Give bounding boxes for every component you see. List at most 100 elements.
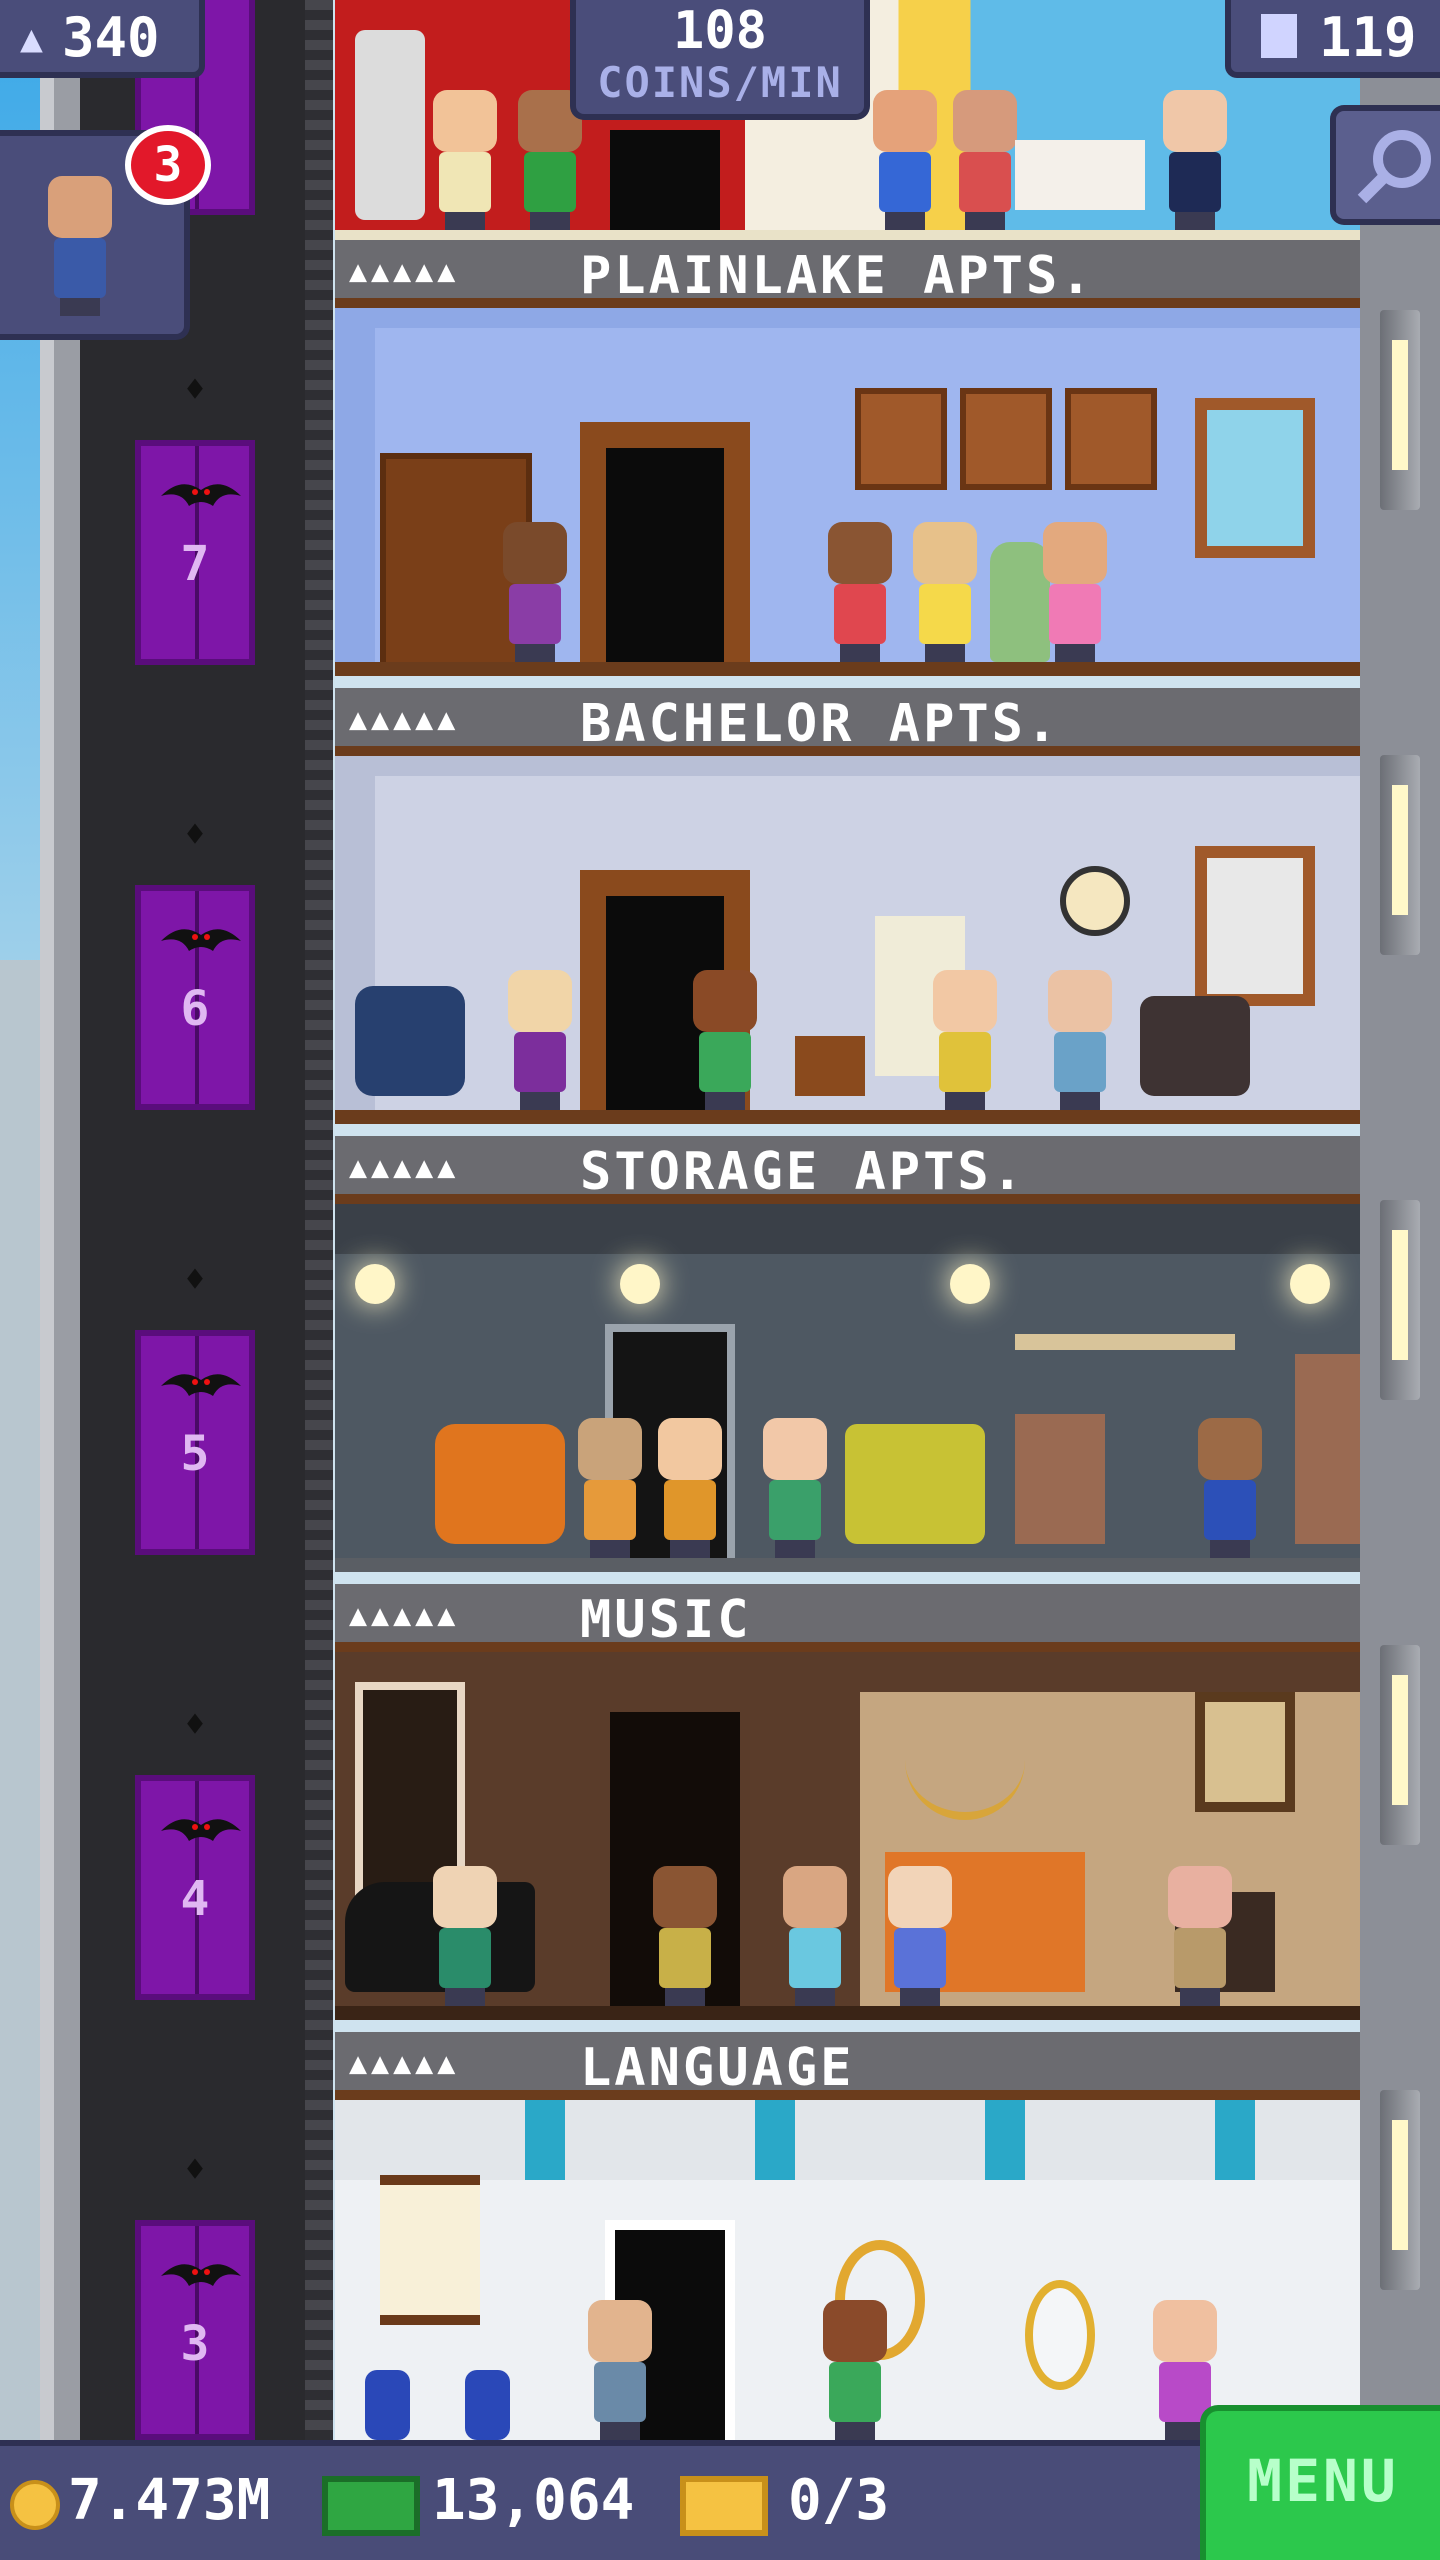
dartboard-icon (1060, 866, 1130, 936)
ceiling-pipes (335, 1204, 1360, 1254)
search-button[interactable] (1330, 105, 1440, 225)
floor-plainlake-apts[interactable]: ▲▲▲▲▲ PLAINLAKE APTS. (335, 240, 1360, 688)
elevator-bracket-icon: ♦ (184, 815, 206, 855)
wall-scroll (380, 2175, 480, 2325)
tower-window (1380, 2090, 1420, 2290)
floor-name: BACHELOR APTS. (580, 694, 1061, 754)
resident-sprite (880, 1866, 960, 2006)
room-interior (335, 1204, 1360, 1572)
bat-icon (161, 1374, 241, 1396)
visitor-avatar (40, 176, 120, 316)
floor-trim (335, 230, 1360, 240)
picture-frame (1195, 1692, 1295, 1812)
coins-per-min-label: COINS/MIN (597, 58, 843, 107)
resident-sprite (645, 1866, 725, 2006)
elevator-bracket-icon: ♦ (184, 2150, 206, 2190)
resident-sprite (925, 970, 1005, 1110)
floor-stars-icon: ▲▲▲▲▲ (349, 254, 460, 289)
elevator-rail (305, 0, 333, 2440)
resident-sprite (775, 1866, 855, 2006)
resident-sprite (425, 90, 505, 230)
wall-frieze (335, 2100, 1360, 2180)
resident-sprite (945, 90, 1025, 230)
population-counter[interactable]: ▲ 340 (0, 0, 205, 78)
shelf (1015, 1334, 1235, 1350)
coins-per-min-value: 108 (673, 1, 767, 61)
window (1195, 846, 1315, 1006)
elevator-car[interactable]: 3 (135, 2220, 255, 2440)
room-interior (335, 1652, 1360, 2020)
tower-window (1380, 1645, 1420, 1845)
elevator-car[interactable]: 7 (135, 440, 255, 665)
side-table (795, 1036, 865, 1096)
picture-frame (1065, 388, 1157, 490)
elevator-car[interactable]: 5 (135, 1330, 255, 1555)
elevator-shaft (80, 0, 310, 2440)
bat-icon (161, 929, 241, 951)
floor-label-bar: ▲▲▲▲▲ BACHELOR APTS. (335, 688, 1360, 756)
menu-button[interactable]: MENU (1200, 2405, 1440, 2560)
floor-name: LANGUAGE (580, 2038, 855, 2098)
floor-stars-icon: ▲▲▲▲▲ (349, 1598, 460, 1633)
bux-value: 13,064 (432, 2468, 635, 2533)
vase (365, 2370, 410, 2440)
picture-frame (855, 388, 947, 490)
floor-count-counter[interactable]: 119 (1225, 0, 1440, 78)
floor-name: PLAINLAKE APTS. (580, 246, 1095, 306)
storage-boxes (1295, 1354, 1360, 1544)
resident-sprite (755, 1418, 835, 1558)
floor-language[interactable]: ▲▲▲▲▲ LANGUAGE (335, 2032, 1360, 2440)
resident-sprite (570, 1418, 650, 1558)
floor-name: STORAGE APTS. (580, 1142, 1026, 1202)
floor-label-bar: ▲▲▲▲▲ PLAINLAKE APTS. (335, 240, 1360, 308)
room-interior (335, 756, 1360, 1124)
resident-sprite (650, 1418, 730, 1558)
floor-bachelor-apts[interactable]: ▲▲▲▲▲ BACHELOR APTS. (335, 688, 1360, 1136)
picture-frame (960, 388, 1052, 490)
resident-sprite (865, 90, 945, 230)
elevator-floor-number: 4 (180, 1871, 210, 1927)
elevator-floor-number: 6 (180, 981, 210, 1037)
elevator-bracket-icon: ♦ (184, 1260, 206, 1300)
statue (355, 30, 425, 220)
floor-stars-icon: ▲▲▲▲▲ (349, 702, 460, 737)
elevator-car[interactable]: 4 (135, 1775, 255, 2000)
room-interior (335, 308, 1360, 676)
resident-sprite (1040, 970, 1120, 1110)
floor-storage-apts[interactable]: ▲▲▲▲▲ STORAGE APTS. (335, 1136, 1360, 1584)
resident-sprite (1035, 522, 1115, 662)
resident-sprite (820, 522, 900, 662)
resident-sprite (500, 970, 580, 1110)
floor-count-value: 119 (1319, 6, 1417, 69)
ceiling-light (1290, 1264, 1330, 1304)
floor-stars-icon: ▲▲▲▲▲ (349, 2046, 460, 2081)
floor-label-bar: ▲▲▲▲▲ LANGUAGE (335, 2032, 1360, 2100)
resident-sprite (425, 1866, 505, 2006)
resident-sprite (685, 970, 765, 1110)
city-skyline (0, 960, 40, 2440)
coin-icon (10, 2480, 60, 2530)
storage-boxes (1015, 1414, 1105, 1544)
coins-value: 7.473M (68, 2468, 271, 2533)
floor-music[interactable]: ▲▲▲▲▲ MUSIC (335, 1584, 1360, 2032)
elevator-bracket-icon: ♦ (184, 1705, 206, 1745)
ceiling-light (355, 1264, 395, 1304)
resident-sprite (815, 2300, 895, 2440)
ceiling-light (620, 1264, 660, 1304)
bean-bag (355, 986, 465, 1096)
building-icon (1261, 14, 1297, 58)
doorway (610, 130, 720, 240)
population-icon: ▲ (20, 16, 43, 60)
window (1195, 398, 1315, 558)
coins-per-min-panel[interactable]: 108 COINS/MIN (570, 0, 870, 120)
resident-sprite (580, 2300, 660, 2440)
mirror (1025, 2280, 1095, 2390)
elevator-floor-number: 3 (180, 2316, 210, 2372)
resident-sprite (1155, 90, 1235, 230)
elevator-car[interactable]: 6 (135, 885, 255, 1110)
bat-icon (161, 484, 241, 506)
armchair (1140, 996, 1250, 1096)
room-interior (335, 2100, 1360, 2440)
armchair (435, 1424, 565, 1544)
bed (1015, 140, 1145, 210)
